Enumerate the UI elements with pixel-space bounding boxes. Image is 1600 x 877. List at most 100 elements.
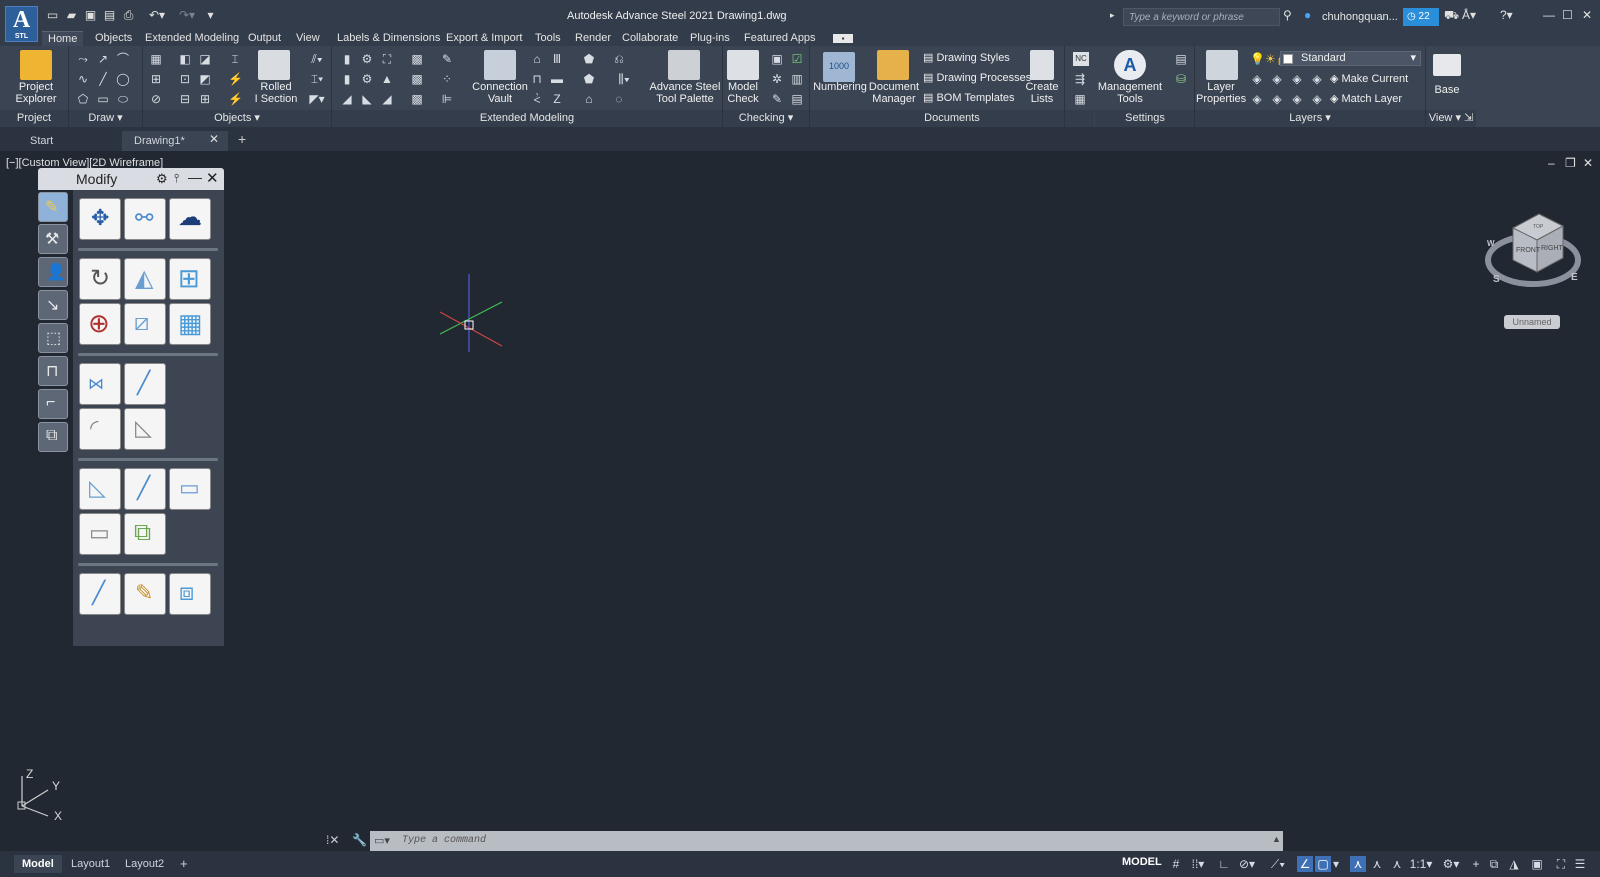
viewport-minimize-icon[interactable]: –: [1548, 156, 1555, 170]
folded-plate-icon[interactable]: ◩: [198, 72, 212, 86]
scale-tool-button[interactable]: ⧄: [124, 303, 166, 345]
cage-ladder-icon[interactable]: ◌: [612, 92, 626, 106]
auto-scale-icon[interactable]: ⋏: [1369, 856, 1385, 872]
base-plate-icon[interactable]: ▮: [340, 72, 354, 86]
copy-tool-button[interactable]: ⚯: [124, 198, 166, 240]
match-layer-button[interactable]: ◈ Match Layer: [1330, 92, 1402, 105]
annotation-scale-dropdown[interactable]: 1:1▾: [1409, 856, 1433, 872]
help-icon[interactable]: ?▾: [1500, 8, 1513, 23]
circle-icon[interactable]: ◯: [116, 72, 130, 86]
units-icon[interactable]: ⧉: [1486, 856, 1502, 872]
arc-icon[interactable]: ⌒: [116, 52, 130, 66]
tab-tools[interactable]: Tools: [535, 31, 561, 46]
close-tab-icon[interactable]: ✕: [209, 132, 219, 146]
pin-icon[interactable]: ⫯: [174, 171, 179, 186]
layer-freeze-icon[interactable]: ◈: [1290, 72, 1304, 86]
pattern-c-icon[interactable]: ▩: [410, 92, 424, 106]
stiffener-icon[interactable]: ◢: [340, 92, 354, 106]
compass-west[interactable]: W: [1487, 239, 1495, 248]
tab-extended-modeling[interactable]: Extended Modeling: [145, 31, 239, 46]
portal-icon[interactable]: ⊓: [530, 72, 544, 86]
tab-featured-apps[interactable]: Featured Apps: [744, 31, 816, 46]
tool-weld-icon[interactable]: ✎: [440, 52, 454, 66]
trial-timer-badge[interactable]: ◷ 22: [1403, 8, 1439, 26]
rotate-tool-button[interactable]: ↻: [79, 258, 121, 300]
annotation-visibility-icon[interactable]: ⋏: [1350, 856, 1366, 872]
plate-hole-icon[interactable]: ⊟: [178, 92, 192, 106]
report-icon[interactable]: ▤: [790, 92, 804, 106]
spiral-stair-icon[interactable]: ⎌: [612, 52, 626, 66]
workspace-gear-icon[interactable]: ⚙▾: [1437, 856, 1465, 872]
polyline-icon[interactable]: ⤳: [76, 52, 90, 66]
model-space-button[interactable]: MODEL: [1122, 856, 1162, 868]
panel-draw[interactable]: Draw ▾: [69, 110, 142, 127]
isodraft-icon[interactable]: ⟋▾: [1265, 856, 1291, 872]
bom-templates-button[interactable]: ▤ BOM Templates: [923, 91, 1015, 104]
clash-check-icon[interactable]: ▣: [770, 52, 784, 66]
join-tool-button[interactable]: ▭: [79, 513, 121, 555]
arrow-line-icon[interactable]: ↗: [96, 52, 110, 66]
object-snap-dropdown-icon[interactable]: ▾: [1331, 856, 1341, 872]
help-search-input[interactable]: Type a keyword or phrase: [1123, 8, 1280, 26]
gable-icon[interactable]: ⬟: [582, 72, 596, 86]
command-input[interactable]: Type a command: [370, 831, 1283, 851]
panel-objects[interactable]: Objects ▾: [143, 110, 331, 127]
ortho-icon[interactable]: ∟: [1216, 856, 1232, 872]
category-layers-button[interactable]: ⧉: [38, 422, 68, 452]
drawing-processes-button[interactable]: ▤ Drawing Processes: [923, 71, 1031, 84]
search-icon[interactable]: ⚲: [1283, 8, 1292, 23]
add-layout-icon[interactable]: +: [172, 855, 196, 873]
close-window-icon[interactable]: ✕: [1582, 8, 1592, 23]
beam-axis-tool-button[interactable]: ╱: [79, 573, 121, 615]
beam-grid-icon[interactable]: ▬: [550, 72, 564, 86]
roof-icon[interactable]: ⬟: [582, 52, 596, 66]
customization-menu-icon[interactable]: ☰: [1572, 856, 1588, 872]
rectangle-icon[interactable]: ▭: [96, 92, 110, 106]
quick-access-dropdown-icon[interactable]: ▾: [203, 8, 218, 22]
stair-icon[interactable]: ⛶: [380, 52, 394, 66]
snap-mode-icon[interactable]: ⁞⁞▾: [1185, 856, 1211, 872]
dot-grid-icon[interactable]: ⁘: [440, 72, 454, 86]
bolt-icon[interactable]: ⚙: [360, 52, 374, 66]
line-icon[interactable]: ╱: [96, 72, 110, 86]
connection-vault-button[interactable]: Connection Vault: [468, 81, 532, 105]
layer-merge-icon[interactable]: ◈: [1270, 92, 1284, 106]
contour-tool-button[interactable]: ⧉: [124, 513, 166, 555]
save-as-icon[interactable]: ▤: [102, 8, 117, 22]
i-beam-small-icon[interactable]: ⌶: [228, 52, 242, 66]
tab-objects[interactable]: Objects: [95, 31, 132, 46]
tab-render[interactable]: Render: [575, 31, 611, 46]
annotation-monitor-icon[interactable]: +: [1468, 856, 1484, 872]
plate-icon[interactable]: ◧: [178, 52, 192, 66]
isolate-objects-icon[interactable]: ▣: [1529, 856, 1545, 872]
file-tab-start[interactable]: Start: [12, 131, 122, 151]
category-user-button[interactable]: 👤: [38, 257, 68, 287]
channel-icon[interactable]: ⫽▾: [305, 52, 329, 66]
viewport-restore-icon[interactable]: ❐: [1565, 156, 1576, 170]
viewcube-right-label[interactable]: RIGHT: [1541, 245, 1564, 252]
columns-icon[interactable]: Ⅲ: [550, 52, 564, 66]
category-bent-button[interactable]: ⌐: [38, 389, 68, 419]
plate-split-icon[interactable]: ⊞: [198, 92, 212, 106]
minimize-icon[interactable]: —: [1543, 8, 1555, 23]
layer-dropdown[interactable]: Standard ▾: [1280, 51, 1421, 66]
command-expand-icon[interactable]: ▲: [1272, 834, 1281, 844]
new-file-icon[interactable]: ▭: [45, 8, 60, 22]
tab-view[interactable]: View: [296, 31, 320, 46]
layer-prev-icon[interactable]: ◈: [1310, 92, 1324, 106]
polygon-icon[interactable]: ⬠: [76, 92, 90, 106]
undo-icon[interactable]: ↶▾: [144, 8, 170, 22]
array-tool-button[interactable]: ⊞: [169, 258, 211, 300]
offset-tool-button[interactable]: ☁: [169, 198, 211, 240]
application-menu-button[interactable]: A STL: [5, 6, 38, 42]
object-snap-icon[interactable]: ▢: [1315, 856, 1331, 872]
compound-beam-icon[interactable]: ⚡: [228, 92, 243, 106]
create-lists-button[interactable]: Create Lists: [1022, 81, 1062, 105]
tab-layout2[interactable]: Layout2: [117, 855, 172, 873]
viewcube-top-label[interactable]: TOP: [1533, 224, 1544, 230]
tab-plugins[interactable]: Plug-ins: [690, 31, 730, 46]
railing-icon[interactable]: ▲: [380, 72, 394, 86]
minimize-palette-icon[interactable]: —: [188, 169, 202, 185]
autodesk-app-icon[interactable]: Å▾: [1462, 8, 1476, 23]
model-check-button[interactable]: Model Check: [722, 81, 764, 105]
